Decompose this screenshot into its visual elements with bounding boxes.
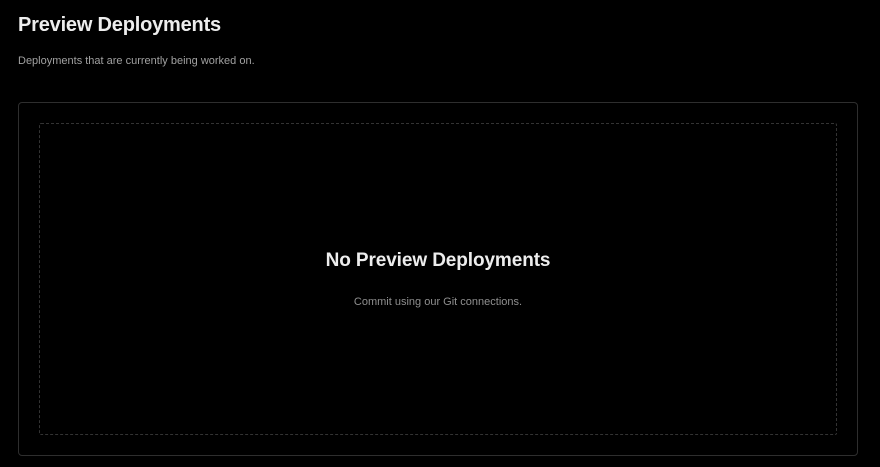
empty-state-title: No Preview Deployments bbox=[325, 250, 551, 271]
page-subtitle: Deployments that are currently being wor… bbox=[18, 55, 255, 67]
page-title: Preview Deployments bbox=[18, 14, 221, 36]
preview-deployments-card: No Preview Deployments Commit using our … bbox=[18, 102, 858, 456]
empty-state-placeholder: No Preview Deployments Commit using our … bbox=[39, 123, 837, 435]
empty-state-description: Commit using our Git connections. bbox=[353, 296, 523, 308]
